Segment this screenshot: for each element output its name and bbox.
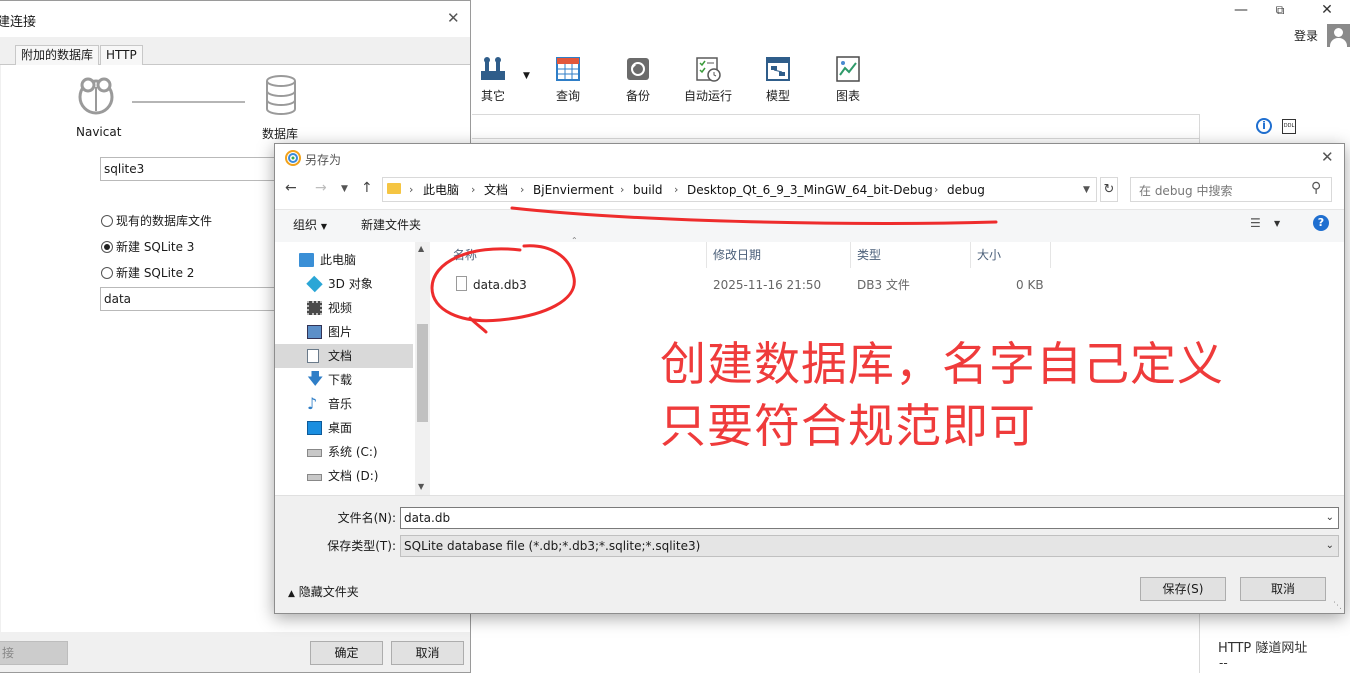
annotation-text-line1: 创建数据库，名字自己定义 <box>660 337 1224 391</box>
circle-annotation <box>430 244 576 323</box>
underline-annotation <box>510 206 998 225</box>
annotation-text-line2: 只要符合规范即可 <box>660 399 1036 453</box>
